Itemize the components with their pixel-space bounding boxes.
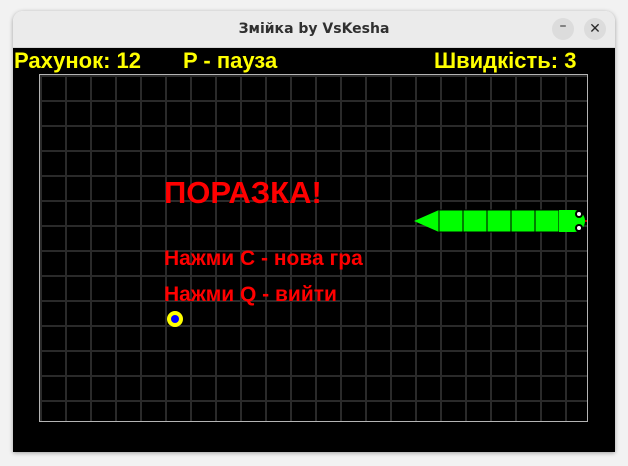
snake-icon xyxy=(414,209,587,233)
title-bar[interactable]: Змійка by VsKesha – ✕ xyxy=(13,11,615,48)
quit-hint: Нажми Q - вийти xyxy=(164,283,337,306)
close-button[interactable]: ✕ xyxy=(584,18,606,40)
game-canvas[interactable]: Рахунок: 12 P - пауза Швидкість: 3 ПОРАЗ… xyxy=(13,48,615,452)
new-game-hint: Нажми C - нова гра xyxy=(164,247,363,270)
score-label: Рахунок: 12 xyxy=(14,48,142,73)
pause-hint: P - пауза xyxy=(183,48,278,73)
game-window: Змійка by VsKesha – ✕ Рахунок: 12 P - па… xyxy=(13,11,615,452)
speed-label: Швидкість: 3 xyxy=(434,48,577,73)
game-over-headline: ПОРАЗКА! xyxy=(164,175,322,210)
food-icon xyxy=(167,311,183,327)
window-title: Змійка by VsKesha xyxy=(238,21,390,37)
minimize-button[interactable]: – xyxy=(552,18,574,40)
